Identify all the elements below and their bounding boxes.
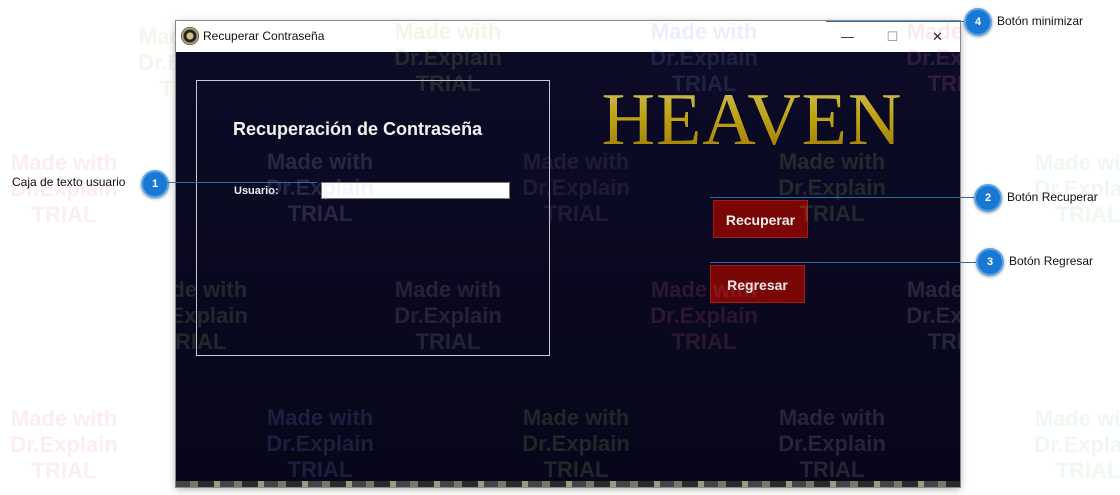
callout-leader-1 (167, 182, 317, 183)
callout-label-minimize: Botón minimizar (997, 14, 1084, 28)
maximize-button[interactable]: ☐ (870, 21, 915, 52)
callout-leader-2 (710, 197, 974, 198)
group-title: Recuperación de Contraseña (233, 119, 483, 139)
callout-badge-1: 1 (141, 170, 169, 198)
recover-password-window: Recuperar Contraseña — ☐ ✕ Recuperación … (176, 21, 960, 487)
watermark: Made withDr.ExplainTRIAL (1034, 150, 1120, 227)
callout-badge-2: 2 (974, 184, 1002, 212)
username-label: Usuario: (234, 185, 279, 197)
window-client-area: Recuperación de Contraseña Usuario: HEAV… (176, 52, 960, 487)
watermark: Made withDr.ExplainTRIAL (1034, 406, 1120, 483)
callout-label-username: Caja de texto usuario (12, 175, 126, 189)
callout-badge-3: 3 (976, 248, 1004, 276)
back-button[interactable]: Regresar (710, 265, 805, 303)
recovery-group-box: Recuperación de Contraseña Usuario: (196, 80, 550, 356)
background-image-strip (176, 481, 960, 487)
close-button[interactable]: ✕ (915, 21, 960, 52)
callout-leader-3 (710, 262, 976, 263)
window-title: Recuperar Contraseña (203, 29, 325, 43)
title-bar[interactable]: Recuperar Contraseña — ☐ ✕ (176, 21, 960, 53)
callout-leader-4 (826, 21, 966, 22)
callout-badge-4: 4 (964, 8, 992, 36)
heaven-logo: HEAVEN (586, 78, 918, 163)
callout-label-back: Botón Regresar (1009, 254, 1094, 268)
minimize-button[interactable]: — (825, 21, 870, 52)
callout-label-recover: Botón Recuperar (1007, 190, 1098, 204)
app-icon (181, 27, 199, 45)
recover-button[interactable]: Recuperar (713, 200, 808, 238)
watermark: Made withDr.ExplainTRIAL (10, 406, 118, 483)
username-input[interactable] (321, 182, 510, 199)
watermark: Made withDr.ExplainTRIAL (10, 150, 118, 227)
